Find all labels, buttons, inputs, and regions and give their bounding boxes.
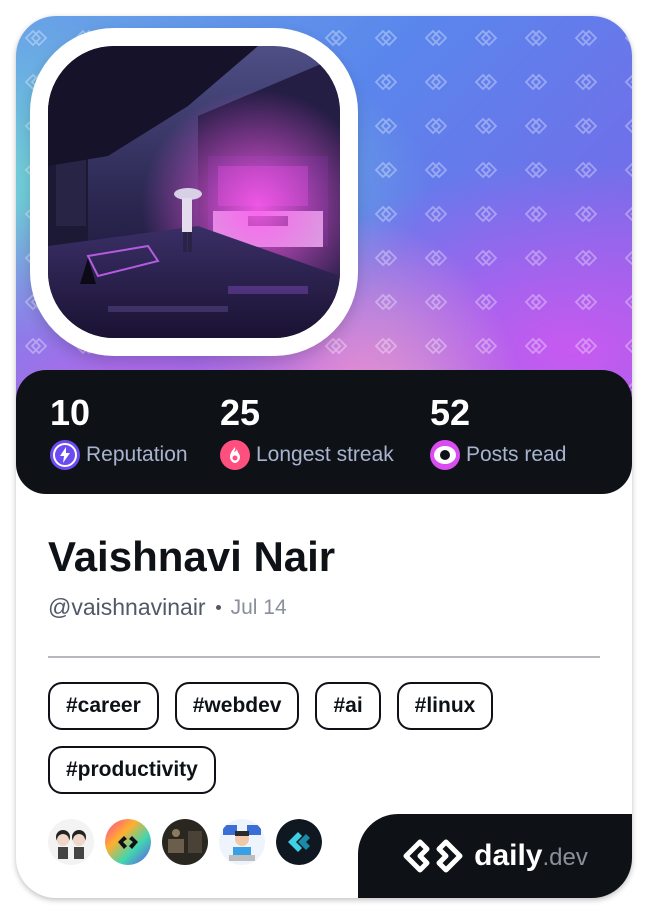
avatar-frame	[30, 28, 358, 356]
stat-longest-streak: 25 Longest streak	[220, 392, 394, 470]
tag-ai[interactable]: #ai	[315, 682, 381, 730]
posts-read-label: Posts read	[466, 443, 567, 466]
profile-joined-date: Jul 14	[230, 595, 287, 619]
devcard: 10 Reputation 25 Longest streak 52 Posts…	[16, 16, 632, 898]
posts-read-value: 52	[430, 392, 471, 433]
profile-meta: @vaishnavinair Jul 14	[48, 594, 287, 621]
posts-read-eye-icon	[430, 440, 460, 470]
tag-list: #career #webdev #ai #linux #productivity	[48, 682, 608, 794]
source-avatar-group-icon[interactable]	[48, 819, 94, 865]
tag-productivity[interactable]: #productivity	[48, 746, 216, 794]
avatar	[48, 46, 340, 338]
rainy-street-photo-icon	[48, 46, 340, 338]
profile-handle: @vaishnavinair	[48, 594, 206, 620]
source-developer-cartoon-icon[interactable]	[219, 819, 265, 865]
brand-suffix: .dev	[542, 844, 588, 871]
streak-value: 25	[220, 392, 261, 433]
tag-career[interactable]: #career	[48, 682, 159, 730]
tag-webdev[interactable]: #webdev	[174, 682, 300, 730]
reputation-label: Reputation	[86, 443, 188, 466]
stats-bar: 10 Reputation 25 Longest streak 52 Posts…	[16, 370, 632, 494]
daily-dev-brand[interactable]: daily.dev	[358, 814, 632, 898]
source-daily-dev-colorful-icon[interactable]	[105, 819, 151, 865]
divider	[48, 656, 600, 658]
daily-dev-logo-icon	[403, 839, 463, 873]
brand-name: daily	[474, 839, 543, 872]
brand-wordmark: daily.dev	[474, 839, 588, 873]
reputation-bolt-icon	[50, 440, 80, 470]
source-list	[48, 819, 333, 865]
profile-name: Vaishnavi Nair	[48, 533, 336, 580]
tag-linux[interactable]: #linux	[396, 682, 494, 730]
stat-reputation: 10 Reputation	[50, 392, 188, 470]
source-cyan-logo-icon[interactable]	[276, 819, 322, 865]
streak-label: Longest streak	[256, 443, 394, 466]
reputation-value: 10	[50, 392, 91, 433]
streak-flame-icon	[220, 440, 250, 470]
separator-dot-icon	[215, 605, 221, 610]
stat-posts-read: 52 Posts read	[430, 392, 566, 470]
source-dark-photo-icon[interactable]	[162, 819, 208, 865]
